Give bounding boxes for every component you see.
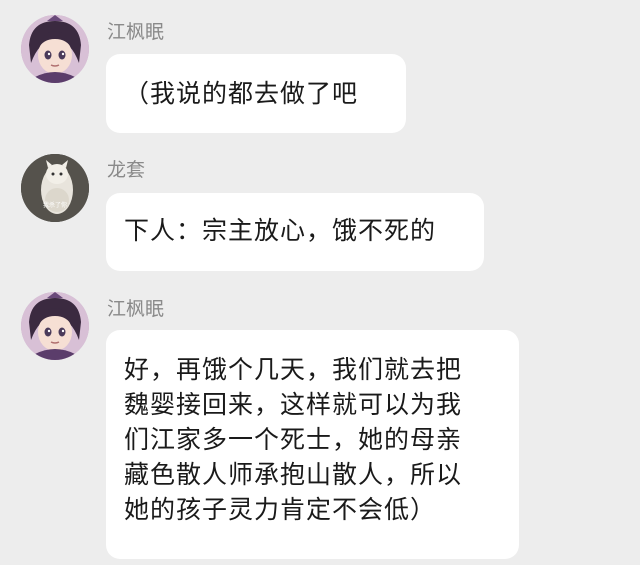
message-text-line: 魏婴接回来，这样就可以为我 bbox=[124, 390, 463, 419]
sender-name: 龙套 bbox=[107, 159, 146, 181]
message-text-line: 好，再饿个几天，我们就去把 bbox=[124, 355, 463, 384]
anime-character-avatar-icon bbox=[21, 15, 89, 83]
message-text: （我说的都去做了吧 bbox=[124, 79, 359, 108]
message-text-line: 们江家多一个死士，她的母亲 bbox=[124, 425, 463, 454]
message-text-line: 藏色散人师承抱山散人，所以 bbox=[124, 460, 463, 489]
sender-name: 江枫眠 bbox=[107, 298, 165, 320]
message-bubble[interactable]: 好，再饿个几天，我们就去把 魏婴接回来，这样就可以为我 们江家多一个死士，她的母… bbox=[106, 330, 519, 559]
avatar[interactable] bbox=[21, 292, 89, 360]
cat-photo-avatar-icon bbox=[21, 154, 89, 222]
message-bubble[interactable]: （我说的都去做了吧 bbox=[106, 54, 406, 133]
avatar[interactable] bbox=[21, 15, 89, 83]
message-text-line: 她的孩子灵力肯定不会低） bbox=[124, 495, 437, 524]
message-bubble[interactable]: 下人：宗主放心，饿不死的 bbox=[106, 193, 484, 271]
avatar-caption: 我杀了你 bbox=[42, 202, 67, 209]
anime-character-avatar-icon bbox=[21, 292, 89, 360]
avatar[interactable]: 我杀了你 bbox=[21, 154, 89, 222]
sender-name: 江枫眠 bbox=[107, 21, 165, 43]
message-text: 下人：宗主放心，饿不死的 bbox=[124, 216, 437, 245]
